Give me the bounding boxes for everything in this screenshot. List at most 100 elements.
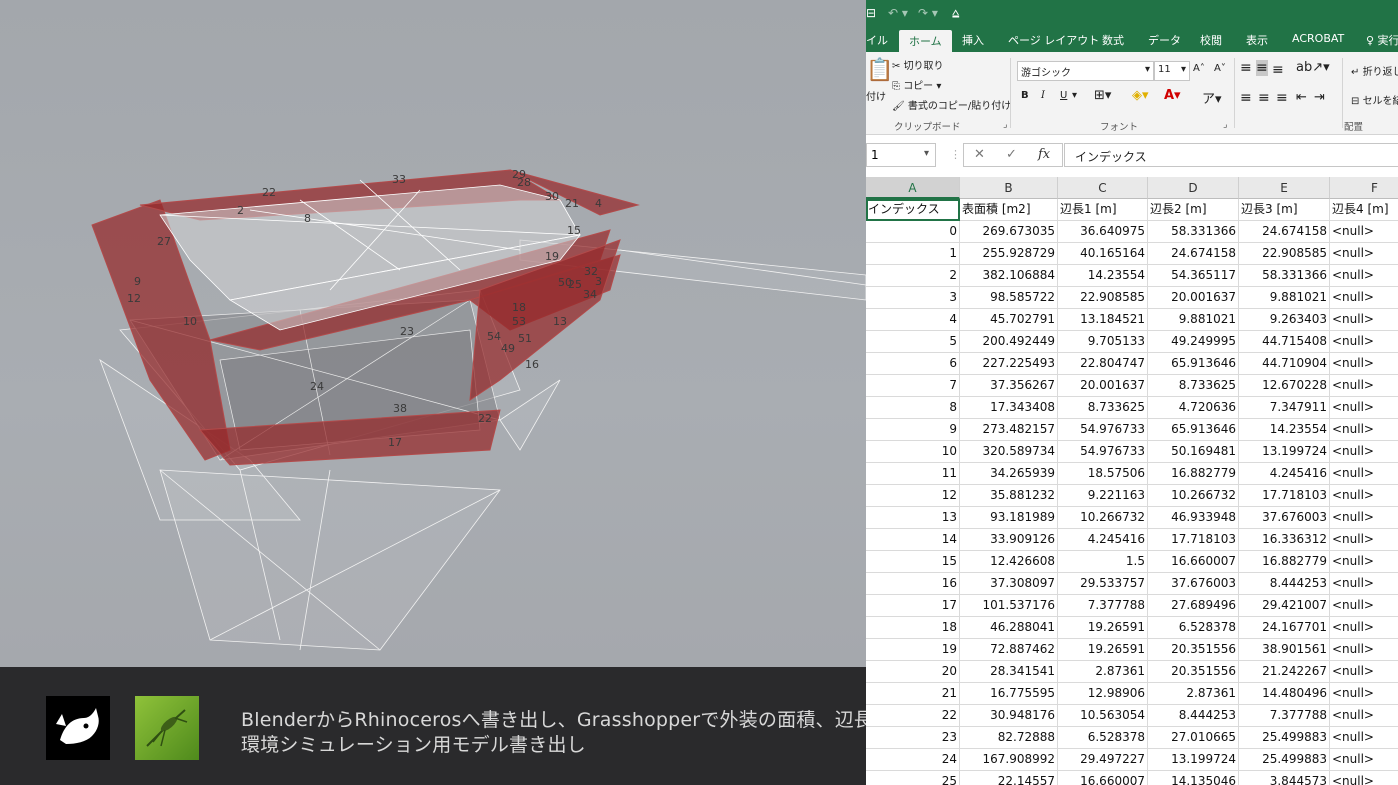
table-cell[interactable]: <null> [1330, 485, 1398, 507]
table-cell[interactable]: 25 [866, 771, 960, 785]
table-cell[interactable]: 19.26591 [1058, 617, 1148, 639]
table-cell[interactable]: 29.533757 [1058, 573, 1148, 595]
table-cell[interactable]: 20.001637 [1058, 375, 1148, 397]
table-cell[interactable]: <null> [1330, 265, 1398, 287]
table-cell[interactable]: <null> [1330, 771, 1398, 785]
table-cell[interactable]: <null> [1330, 595, 1398, 617]
table-cell[interactable]: 13 [866, 507, 960, 529]
table-cell[interactable]: <null> [1330, 639, 1398, 661]
table-cell[interactable]: <null> [1330, 309, 1398, 331]
table-cell[interactable]: 1.5 [1058, 551, 1148, 573]
table-cell[interactable]: 25.499883 [1239, 749, 1330, 771]
font-name-select[interactable]: 游ゴシック ▾ [1017, 61, 1154, 81]
table-cell[interactable]: 7.377788 [1239, 705, 1330, 727]
align-middle-icon[interactable]: ≡ [1256, 60, 1268, 76]
table-cell[interactable]: 200.492449 [960, 331, 1058, 353]
tab-tell-me[interactable]: ♀ 実行 [1366, 32, 1398, 48]
table-cell[interactable]: 44.710904 [1239, 353, 1330, 375]
table-cell[interactable]: 8 [866, 397, 960, 419]
table-cell[interactable]: 29.497227 [1058, 749, 1148, 771]
align-top-icon[interactable]: ≡ [1240, 60, 1252, 76]
table-cell[interactable]: 58.331366 [1239, 265, 1330, 287]
paste-icon[interactable]: 📋 [866, 58, 893, 83]
table-cell[interactable]: 382.106884 [960, 265, 1058, 287]
table-cell[interactable]: 22.908585 [1239, 243, 1330, 265]
table-cell[interactable]: 12 [866, 485, 960, 507]
table-cell[interactable]: 17.718103 [1148, 529, 1239, 551]
table-cell[interactable]: 37.676003 [1239, 507, 1330, 529]
table-cell[interactable]: 14.480496 [1239, 683, 1330, 705]
table-cell[interactable]: 12.98906 [1058, 683, 1148, 705]
table-cell[interactable]: <null> [1330, 617, 1398, 639]
table-cell[interactable]: 14.23554 [1239, 419, 1330, 441]
column-header-e[interactable]: E [1239, 177, 1330, 199]
table-cell[interactable]: 45.702791 [960, 309, 1058, 331]
table-cell[interactable]: 14.23554 [1058, 265, 1148, 287]
dialog-launcher-icon[interactable]: ⌟ [1003, 119, 1007, 130]
table-cell[interactable]: 46.288041 [960, 617, 1058, 639]
table-cell[interactable]: 54.365117 [1148, 265, 1239, 287]
dialog-launcher-icon[interactable]: ⌟ [1223, 119, 1227, 130]
italic-button[interactable]: I [1041, 90, 1045, 101]
table-cell[interactable]: 34.265939 [960, 463, 1058, 485]
table-cell[interactable]: 5 [866, 331, 960, 353]
table-cell[interactable]: <null> [1330, 331, 1398, 353]
table-cell[interactable]: 273.482157 [960, 419, 1058, 441]
table-cell[interactable]: 30.948176 [960, 705, 1058, 727]
table-cell[interactable]: 24.674158 [1148, 243, 1239, 265]
table-cell[interactable]: 10.266732 [1058, 507, 1148, 529]
font-size-select[interactable]: 11 ▾ [1154, 61, 1190, 81]
table-cell[interactable]: 58.331366 [1148, 221, 1239, 243]
fill-color-icon[interactable]: ◈▾ [1132, 88, 1149, 103]
table-cell[interactable]: 16.882779 [1148, 463, 1239, 485]
table-cell[interactable]: 9.705133 [1058, 331, 1148, 353]
insert-function-icon[interactable]: fx [1038, 147, 1050, 162]
table-cell[interactable]: 46.933948 [1148, 507, 1239, 529]
table-cell[interactable]: <null> [1330, 375, 1398, 397]
table-cell[interactable]: 22.14557 [960, 771, 1058, 785]
table-cell[interactable]: 22.804747 [1058, 353, 1148, 375]
table-cell[interactable]: 27.689496 [1148, 595, 1239, 617]
table-cell[interactable]: 2.87361 [1148, 683, 1239, 705]
column-header-d[interactable]: D [1148, 177, 1239, 199]
save-icon[interactable]: ⊟ [866, 6, 876, 20]
table-cell[interactable]: <null> [1330, 397, 1398, 419]
header-cell[interactable]: 辺長2 [m] [1148, 199, 1239, 221]
table-cell[interactable]: 10.266732 [1148, 485, 1239, 507]
resize-handle-icon[interactable]: ⋮ [950, 148, 961, 161]
column-header-f[interactable]: F [1330, 177, 1398, 199]
shrink-font-icon[interactable]: A˅ [1214, 63, 1226, 74]
table-cell[interactable]: 21.242267 [1239, 661, 1330, 683]
copy-button[interactable]: ⎘ コピー ▾ [892, 77, 941, 92]
table-cell[interactable]: 12.426608 [960, 551, 1058, 573]
table-cell[interactable]: 20.001637 [1148, 287, 1239, 309]
table-cell[interactable]: 18.57506 [1058, 463, 1148, 485]
table-cell[interactable]: 93.181989 [960, 507, 1058, 529]
table-cell[interactable]: 2.87361 [1058, 661, 1148, 683]
table-cell[interactable]: 54.976733 [1058, 441, 1148, 463]
table-cell[interactable]: 9.881021 [1239, 287, 1330, 309]
column-header-b[interactable]: B [960, 177, 1058, 199]
table-cell[interactable]: 6 [866, 353, 960, 375]
table-cell[interactable]: 14 [866, 529, 960, 551]
table-cell[interactable]: 21 [866, 683, 960, 705]
table-cell[interactable]: 16.660007 [1058, 771, 1148, 785]
table-cell[interactable]: 8.444253 [1148, 705, 1239, 727]
table-cell[interactable]: <null> [1330, 353, 1398, 375]
font-color-icon[interactable]: A▾ [1164, 88, 1181, 103]
align-center-icon[interactable]: ≡ [1258, 90, 1270, 106]
table-cell[interactable]: 3 [866, 287, 960, 309]
table-cell[interactable]: 8.444253 [1239, 573, 1330, 595]
table-cell[interactable]: 7.347911 [1239, 397, 1330, 419]
table-cell[interactable]: 12.670228 [1239, 375, 1330, 397]
table-cell[interactable]: 29.421007 [1239, 595, 1330, 617]
header-cell[interactable]: 辺長4 [m] [1330, 199, 1398, 221]
table-cell[interactable]: 11 [866, 463, 960, 485]
tab-acrobat[interactable]: ACROBAT [1292, 32, 1344, 45]
table-cell[interactable]: 37.676003 [1148, 573, 1239, 595]
table-cell[interactable]: 15 [866, 551, 960, 573]
table-cell[interactable]: 50.169481 [1148, 441, 1239, 463]
table-cell[interactable]: <null> [1330, 683, 1398, 705]
table-cell[interactable]: 3.844573 [1239, 771, 1330, 785]
table-cell[interactable]: 4.245416 [1239, 463, 1330, 485]
